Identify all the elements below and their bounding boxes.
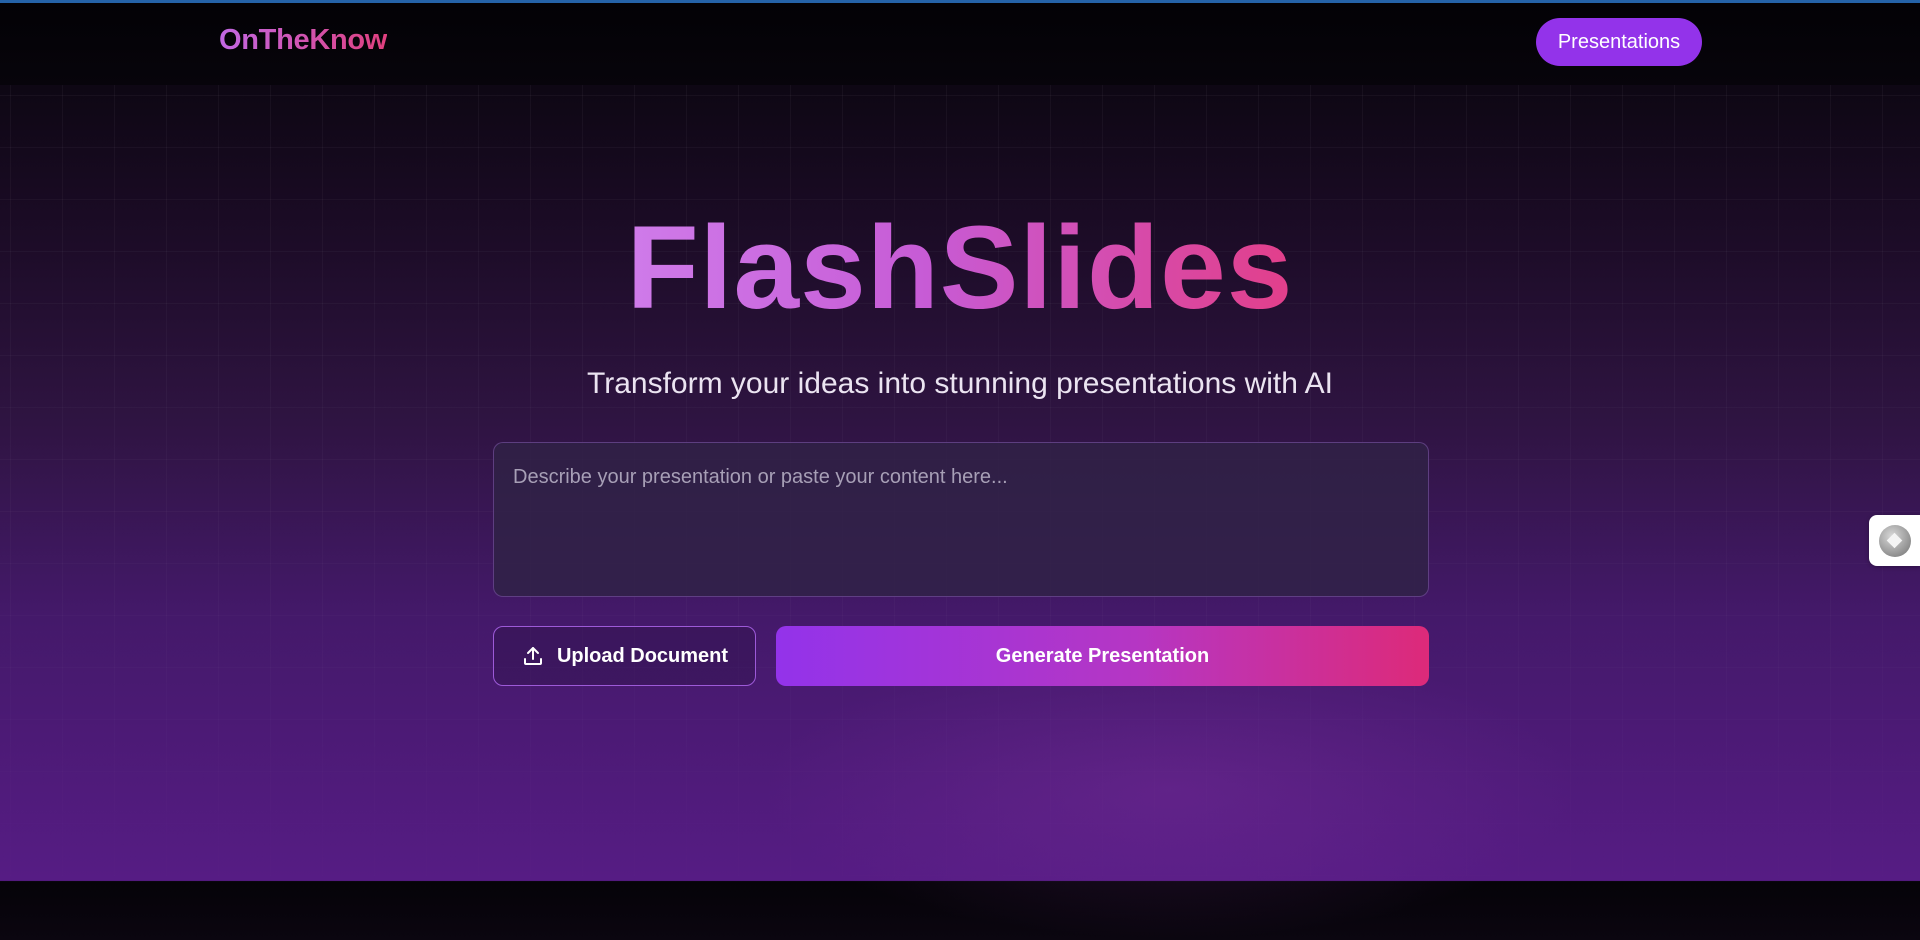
presentations-button[interactable]: Presentations xyxy=(1536,18,1702,66)
diamond-shape xyxy=(1886,532,1903,549)
hero-subtitle: Transform your ideas into stunning prese… xyxy=(587,367,1333,400)
brand-logo[interactable]: OnTheKnow xyxy=(219,24,387,57)
extension-icon xyxy=(1878,524,1911,557)
hero-title: FlashSlides xyxy=(0,198,1920,338)
side-widget-button[interactable] xyxy=(1869,515,1920,566)
upload-document-label: Upload Document xyxy=(556,644,729,667)
upload-icon xyxy=(523,647,542,665)
upload-document-button[interactable]: Upload Document xyxy=(493,626,756,686)
prompt-input[interactable] xyxy=(493,442,1429,597)
hero-title-text: FlashSlides xyxy=(626,202,1294,334)
generate-presentation-button[interactable]: Generate Presentation xyxy=(776,626,1429,686)
